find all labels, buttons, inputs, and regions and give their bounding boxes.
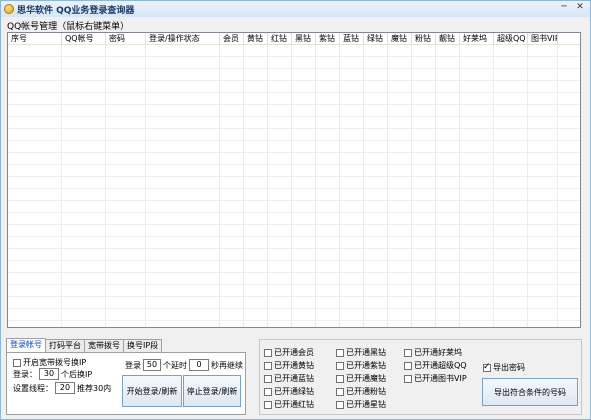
window-controls: ─ ✕	[557, 2, 588, 14]
grid-column-header[interactable]: 黄钻	[244, 33, 268, 45]
start-login-button[interactable]: 开始登录/刷新	[122, 375, 182, 407]
filter-option-label: 已开通星钻	[346, 400, 386, 409]
filter-option-row[interactable]: 已开通超级QQ	[404, 360, 467, 371]
grid-column-header[interactable]: 密码	[106, 33, 146, 45]
filter-option-row[interactable]: 已开通蓝钻	[264, 373, 314, 384]
filter-option-label: 已开通绿钻	[274, 387, 314, 396]
filter-option-label: 已开通图书VIP	[414, 374, 467, 383]
grid-column-header[interactable]: 好莱坞	[460, 33, 494, 45]
filter-option-label: 已开通会员	[274, 348, 314, 357]
filter-option-checkbox[interactable]	[264, 361, 272, 370]
filter-option-checkbox[interactable]	[336, 387, 344, 396]
grid-column-header[interactable]: 粉钻	[412, 33, 436, 45]
grid-column-header[interactable]: 会员	[220, 33, 244, 45]
threads-suffix: 推荐30内	[77, 383, 112, 393]
grid-body[interactable]	[8, 45, 580, 327]
filter-option-label: 已开通超级QQ	[414, 361, 467, 370]
title-bar[interactable]: 思华软件 QQ业务登录查询器 ─ ✕	[1, 1, 590, 17]
main-window: 思华软件 QQ业务登录查询器 ─ ✕ QQ帐号管理（鼠标右键菜单） 序号 QQ帐号…	[0, 0, 591, 420]
filter-option-checkbox[interactable]	[264, 400, 272, 409]
threads-row: 设置线程： 20 推荐30内	[13, 382, 111, 394]
login-count-prefix: 登录：	[13, 369, 37, 379]
filter-option-checkbox[interactable]	[404, 361, 412, 370]
grid-column-header[interactable]: 图书VIP	[528, 33, 558, 45]
login-settings-panel: 开启宽带拨号换IP 登录： 30 个后换IP 设置线程： 20 推荐30内 登录…	[6, 352, 246, 415]
login-count-row: 登录： 30 个后换IP	[13, 368, 92, 380]
grid-column-header[interactable]: 登录/操作状态	[146, 33, 220, 45]
export-matching-button[interactable]: 导出符合条件的号码	[482, 378, 578, 406]
filter-option-checkbox[interactable]	[264, 348, 272, 357]
export-password-label: 导出密码	[493, 363, 525, 372]
filter-option-label: 已开通蓝钻	[274, 374, 314, 383]
filter-option-row[interactable]: 已开通会员	[264, 347, 314, 358]
grid-column-header[interactable]: 绿钻	[364, 33, 388, 45]
stop-login-button[interactable]: 停止登录/刷新	[183, 375, 241, 407]
filter-option-row[interactable]: 已开通星钻	[336, 399, 386, 410]
filter-option-label: 已开通好莱坞	[414, 348, 462, 357]
filter-option-checkbox[interactable]	[336, 361, 344, 370]
filter-option-row[interactable]: 已开通粉钻	[336, 386, 386, 397]
delay-input[interactable]: 0	[189, 359, 209, 371]
grid-header: 序号 QQ帐号 密码 登录/操作状态 会员 黄钻 红钻 黑钻 紫钻 蓝钻 绿钻 魔钻 粉钻 靓钻 好莱坞 超级…	[8, 33, 580, 45]
grid-column-header[interactable]: 红钻	[268, 33, 292, 45]
filter-option-checkbox[interactable]	[264, 387, 272, 396]
grid-column-header[interactable]: 靓钻	[436, 33, 460, 45]
filter-option-row[interactable]: 已开通魔钻	[336, 373, 386, 384]
tab-ip-range[interactable]: 换号IP段	[123, 339, 163, 352]
grid-column-header[interactable]: QQ帐号	[62, 33, 106, 45]
grid-column-header[interactable]: 蓝钻	[340, 33, 364, 45]
batch-delay-row: 登录 50 个延时 0 秒再继续	[125, 359, 243, 371]
batch-prefix: 登录	[125, 360, 141, 370]
account-group-label: QQ帐号管理（鼠标右键菜单）	[7, 22, 130, 32]
export-password-checkbox[interactable]	[483, 362, 491, 372]
threads-input[interactable]: 20	[55, 382, 75, 394]
grid-column-header[interactable]: 黑钻	[292, 33, 316, 45]
tab-broadband-dial[interactable]: 宽带拨号	[84, 339, 124, 352]
filter-option-checkbox[interactable]	[404, 348, 412, 357]
enable-dial-checkbox[interactable]	[13, 358, 21, 367]
filter-option-row[interactable]: 已开通红钻	[264, 399, 314, 410]
delay-prefix: 个延时	[163, 360, 187, 370]
login-count-suffix: 个后换IP	[61, 369, 93, 379]
tab-login-account[interactable]: 登录帐号	[6, 338, 46, 352]
minimize-button[interactable]: ─	[557, 2, 571, 14]
filter-option-row[interactable]: 已开通黑钻	[336, 347, 386, 358]
filter-option-label: 已开通紫钻	[346, 361, 386, 370]
grid-column-header[interactable]: 魔钻	[388, 33, 412, 45]
filter-option-label: 已开通魔钻	[346, 374, 386, 383]
close-button[interactable]: ✕	[572, 2, 588, 14]
delay-suffix: 秒再继续	[211, 360, 243, 370]
filter-option-checkbox[interactable]	[336, 348, 344, 357]
grid-column-header[interactable]: 紫钻	[316, 33, 340, 45]
account-grid[interactable]: 序号 QQ帐号 密码 登录/操作状态 会员 黄钻 红钻 黑钻 紫钻 蓝钻 绿钻 魔钻 粉钻 靓钻 好莱坞 超级…	[7, 32, 581, 328]
login-count-input[interactable]: 30	[39, 368, 59, 380]
filter-option-checkbox[interactable]	[264, 374, 272, 383]
grid-column-header[interactable]: 序号	[8, 33, 62, 45]
app-logo-icon	[4, 4, 14, 14]
enable-dial-row[interactable]: 开启宽带拨号换IP	[13, 357, 86, 368]
grid-column-header[interactable]: 超级QQ	[494, 33, 528, 45]
filter-option-row[interactable]: 已开通黄钻	[264, 360, 314, 371]
filter-option-row[interactable]: 已开通好莱坞	[404, 347, 462, 358]
filter-option-row[interactable]: 已开通绿钻	[264, 386, 314, 397]
export-password-row[interactable]: 导出密码	[483, 362, 525, 373]
filter-option-checkbox[interactable]	[336, 400, 344, 409]
settings-tabs: 登录帐号 打码平台 宽带拨号 换号IP段	[6, 338, 163, 352]
enable-dial-label: 开启宽带拨号换IP	[23, 358, 87, 367]
filter-option-label: 已开通黑钻	[346, 348, 386, 357]
filter-option-checkbox[interactable]	[336, 374, 344, 383]
filter-option-label: 已开通粉钻	[346, 387, 386, 396]
filter-option-label: 已开通红钻	[274, 400, 314, 409]
filter-option-row[interactable]: 已开通紫钻	[336, 360, 386, 371]
filter-options-box: 导出密码 导出符合条件的号码 已开通会员已开通黄钻已开通蓝钻已开通绿钻已开通红钻…	[259, 339, 582, 415]
tab-captcha-platform[interactable]: 打码平台	[45, 339, 85, 352]
filter-option-row[interactable]: 已开通图书VIP	[404, 373, 467, 384]
window-title: 思华软件 QQ业务登录查询器	[17, 5, 135, 16]
filter-option-label: 已开通黄钻	[274, 361, 314, 370]
batch-input[interactable]: 50	[143, 359, 161, 371]
threads-prefix: 设置线程：	[13, 383, 53, 393]
filter-option-checkbox[interactable]	[404, 374, 412, 383]
